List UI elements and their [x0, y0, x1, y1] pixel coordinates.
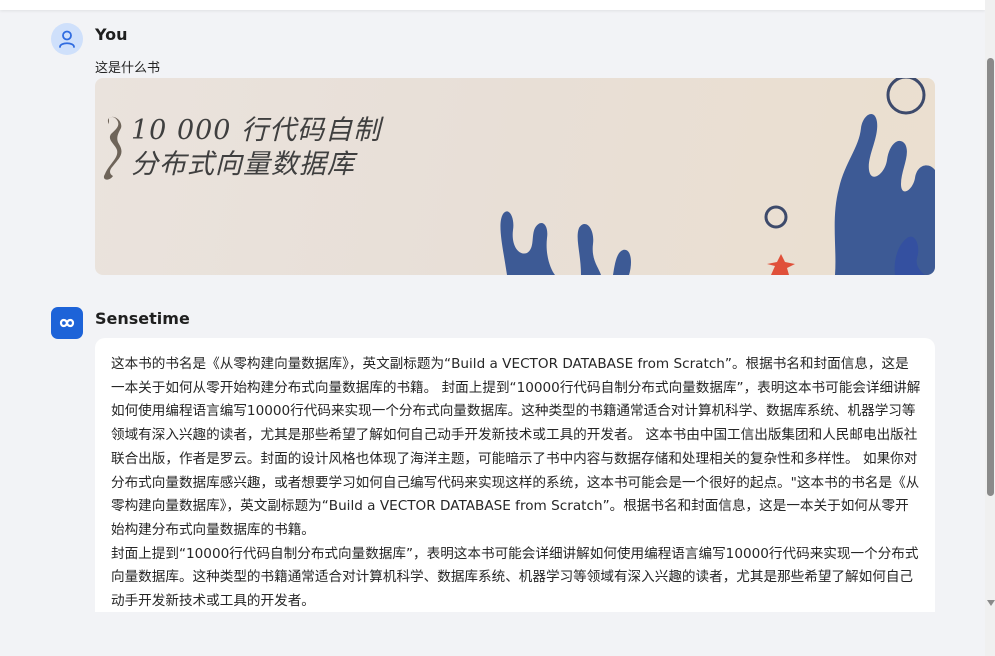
book-cover-number: 10 000 — [131, 115, 232, 146]
book-cover-title: 10 000 行代码自制 分布式向量数据库 — [131, 114, 381, 182]
book-cover-image[interactable]: 10 000 行代码自制 分布式向量数据库 — [95, 78, 935, 275]
bot-message-bubble: 这本书的书名是《从零构建向量数据库》，英文副标题为“Build a VECTOR… — [95, 338, 935, 612]
book-cover-title-line2: 分布式向量数据库 — [131, 149, 355, 180]
scrollbar-thumb[interactable] — [987, 58, 994, 496]
seahorse-icon — [103, 116, 122, 180]
user-message: 这是什么书 — [95, 61, 161, 76]
user-name: You — [95, 25, 128, 44]
infinity-logo-icon — [59, 318, 75, 328]
bot-name: Sensetime — [95, 309, 190, 328]
bot-message-text: 这本书的书名是《从零构建向量数据库》，英文副标题为“Build a VECTOR… — [111, 353, 921, 612]
book-cover-title-rest: 行代码自制 — [241, 115, 382, 146]
scroll-down-arrow-icon[interactable] — [987, 600, 995, 606]
user-icon — [59, 30, 75, 48]
bot-paragraph-1: 这本书的书名是《从零构建向量数据库》，英文副标题为“Build a VECTOR… — [111, 356, 921, 538]
user-avatar — [51, 23, 83, 55]
starfish-icon — [767, 254, 795, 275]
bot-paragraph-2: 封面上提到“10000行代码自制分布式向量数据库”，表明这本书可能会详细讲解如何… — [111, 545, 919, 610]
bot-avatar — [51, 307, 83, 339]
top-bar — [0, 0, 985, 10]
